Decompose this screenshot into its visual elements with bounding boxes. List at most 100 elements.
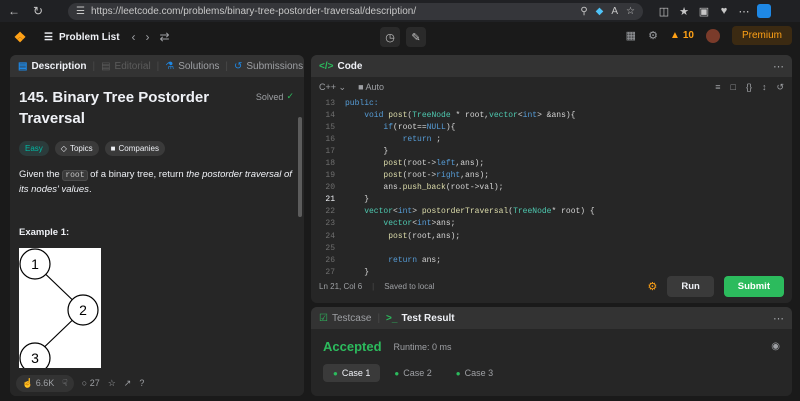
auto-mode[interactable]: ■ Auto: [358, 82, 384, 92]
eye-icon[interactable]: ◉: [771, 341, 780, 352]
next-problem-icon[interactable]: ›: [146, 30, 150, 44]
extension-icon[interactable]: ◆: [596, 6, 604, 17]
tab-testcase[interactable]: ☑ Testcase: [319, 313, 371, 324]
split-screen-icon[interactable]: ◫: [657, 4, 671, 18]
code-line: 22 vector < int > postorderTraversal(TreeNo…: [325, 207, 595, 217]
list-icon: ☰: [44, 31, 53, 43]
notes-icon[interactable]: ✎: [406, 27, 426, 47]
description-scrollbar[interactable]: [298, 117, 302, 217]
code-line: 13 public:: [325, 98, 379, 108]
language-label: C++: [319, 81, 337, 92]
language-select[interactable]: C++ ⌄: [319, 82, 346, 93]
result-status: Accepted: [323, 339, 382, 354]
collections-icon[interactable]: ▣: [697, 4, 711, 18]
companies-label: Companies: [118, 144, 159, 153]
format-icon[interactable]: ≡: [715, 82, 720, 93]
description-body: 145. Binary Tree Postorder Traversal Sol…: [10, 77, 304, 377]
expand-icon[interactable]: ↕: [762, 82, 767, 93]
settings-gear-icon[interactable]: ⚙: [648, 29, 658, 42]
tab-test-result[interactable]: >_ Test Result: [386, 313, 455, 324]
save-status: Saved to local: [384, 281, 435, 291]
streak-counter[interactable]: ▲ 10: [670, 30, 694, 41]
zoom-icon[interactable]: ⚲: [580, 6, 587, 17]
thumbs-down-icon[interactable]: ☟: [62, 378, 67, 389]
solved-label: Solved: [255, 91, 284, 102]
code-line: 20 ans. push_back (root->val);: [325, 183, 504, 193]
copilot-icon[interactable]: [757, 4, 771, 18]
tab-code[interactable]: </> Code: [319, 61, 362, 72]
reload-icon[interactable]: ↻: [30, 3, 46, 19]
code-line: 24 post (root,ans);: [325, 231, 461, 241]
random-problem-icon[interactable]: ⇄: [160, 30, 170, 44]
document-icon: ▤: [18, 60, 28, 72]
url-text: https://leetcode.com/problems/binary-tre…: [90, 5, 417, 17]
bookmark-icon[interactable]: □: [731, 82, 736, 93]
tab-code-label: Code: [337, 60, 363, 72]
tab-submissions[interactable]: ↺ Submissions: [234, 61, 303, 72]
tab-submissions-label: Submissions: [246, 60, 304, 72]
terminal-icon: >_: [386, 312, 398, 324]
comments-button[interactable]: ○ 27: [82, 378, 100, 388]
lock-icon: ■: [110, 144, 116, 153]
result-more-options-icon[interactable]: ⋯: [773, 312, 784, 325]
back-icon[interactable]: ←: [6, 3, 22, 19]
site-info-icon[interactable]: ☰: [76, 6, 85, 17]
tab-test-result-label: Test Result: [401, 312, 455, 324]
debug-icon[interactable]: ⚙: [647, 280, 657, 293]
favorite-star-icon[interactable]: ☆: [108, 378, 116, 389]
more-icon[interactable]: ⋯: [737, 4, 751, 18]
leetcode-logo-icon[interactable]: ❖: [12, 29, 28, 45]
case-label: Case 3: [464, 368, 494, 378]
cursor-position: Ln 21, Col 6: [319, 281, 363, 291]
tab-solutions[interactable]: ⚗ Solutions: [165, 61, 219, 72]
like-dislike-group: ☝ 6.6K ☟: [16, 374, 74, 392]
code-brackets-icon: </>: [319, 60, 334, 72]
code-panel: </> Code ⋯ C++ ⌄ ■ Auto ≡ □ {} ↕ ↺ 13 pub…: [311, 55, 792, 303]
example-title: Example 1:: [19, 227, 70, 238]
braces-icon[interactable]: {}: [746, 82, 752, 93]
code-line: 25: [325, 243, 335, 253]
favorites-icon[interactable]: ★: [677, 4, 691, 18]
test-result-panel: ☑ Testcase | >_ Test Result ⋯ Accepted R…: [311, 307, 792, 396]
code-line: 26 return ans;: [325, 255, 442, 265]
code-line: 23 vector < int >ans;: [325, 219, 456, 229]
browser-essentials-icon[interactable]: ♥: [717, 4, 731, 18]
code-more-options-icon[interactable]: ⋯: [773, 60, 784, 73]
help-icon[interactable]: ?: [139, 378, 144, 388]
tab-editorial[interactable]: ▤ Editorial: [101, 61, 151, 72]
tab-description[interactable]: ▤ Description: [18, 61, 86, 72]
address-bar[interactable]: ☰ https://leetcode.com/problems/binary-t…: [68, 2, 643, 20]
share-icon[interactable]: ↗: [124, 378, 132, 389]
case-tab[interactable]: ● Case 2: [384, 364, 441, 382]
tab-testcase-label: Testcase: [331, 312, 372, 324]
code-editor[interactable]: 13 public: 14 void post(TreeNode * root, v…: [311, 97, 792, 277]
comment-icon: ○: [81, 378, 88, 388]
layout-icon[interactable]: ▦: [626, 29, 636, 42]
like-button[interactable]: ☝ 6.6K: [22, 378, 54, 389]
case-tab[interactable]: ● Case 3: [446, 364, 503, 382]
code-toolbar: C++ ⌄ ■ Auto ≡ □ {} ↕ ↺: [311, 77, 792, 97]
code-line: 21 }: [325, 195, 370, 205]
tree-diagram: 1 2 3: [19, 248, 101, 374]
avatar[interactable]: [705, 28, 720, 43]
companies-tag[interactable]: ■ Companies: [104, 141, 165, 156]
submit-button[interactable]: Submit: [723, 275, 784, 297]
comment-count: 27: [89, 378, 100, 388]
desc-text: of a binary tree, return: [87, 169, 187, 180]
topics-tag[interactable]: ◇ Topics: [54, 141, 99, 156]
solved-badge: Solved ✓: [256, 91, 294, 102]
reset-icon[interactable]: ↺: [776, 82, 784, 93]
problem-list-button[interactable]: ☰ Problem List: [44, 32, 120, 43]
prev-problem-icon[interactable]: ‹: [132, 30, 136, 44]
problem-title[interactable]: 145. Binary Tree Postorder Traversal: [19, 87, 219, 129]
bookmark-star-icon[interactable]: ☆: [626, 6, 635, 17]
tree-node-label: 2: [79, 302, 87, 318]
checkbox-icon: ☑: [319, 312, 328, 324]
translate-icon[interactable]: A: [611, 6, 618, 17]
timer-icon[interactable]: ◷: [380, 27, 400, 47]
run-button[interactable]: Run: [667, 275, 714, 297]
case-label: Case 1: [341, 368, 371, 378]
inline-code: root: [62, 170, 88, 181]
premium-button[interactable]: Premium: [731, 26, 792, 45]
case-tab[interactable]: ● Case 1: [323, 364, 381, 382]
